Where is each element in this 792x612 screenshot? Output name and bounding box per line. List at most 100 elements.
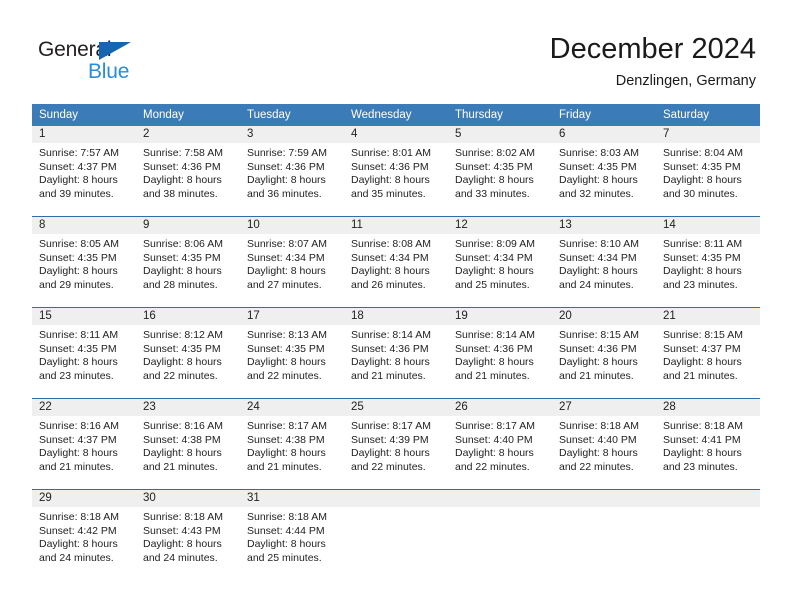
day-details — [344, 507, 448, 511]
daylight-text-line1: Daylight: 8 hours — [247, 538, 326, 551]
day-details: Sunrise: 8:18 AM Sunset: 4:44 PM Dayligh… — [240, 507, 344, 565]
daylight-text-line2: and 21 minutes. — [143, 460, 218, 473]
sunset-text: Sunset: 4:35 PM — [143, 342, 221, 355]
sunrise-text: Sunrise: 8:17 AM — [351, 420, 431, 432]
day-cell[interactable]: 21 Sunrise: 8:15 AM Sunset: 4:37 PM Dayl… — [656, 307, 760, 399]
day-cell[interactable]: 29 Sunrise: 8:18 AM Sunset: 4:42 PM Dayl… — [32, 489, 136, 580]
day-number: 2 — [136, 126, 240, 143]
sunset-text: Sunset: 4:34 PM — [559, 251, 637, 264]
day-cell[interactable]: 20 Sunrise: 8:15 AM Sunset: 4:36 PM Dayl… — [552, 307, 656, 399]
day-details: Sunrise: 8:13 AM Sunset: 4:35 PM Dayligh… — [240, 325, 344, 383]
sunset-text: Sunset: 4:40 PM — [455, 433, 533, 446]
day-details: Sunrise: 8:03 AM Sunset: 4:35 PM Dayligh… — [552, 143, 656, 201]
daylight-text-line2: and 29 minutes. — [39, 278, 114, 291]
daylight-text-line1: Daylight: 8 hours — [455, 265, 534, 278]
sunset-text: Sunset: 4:35 PM — [663, 160, 741, 173]
day-cell[interactable]: 15 Sunrise: 8:11 AM Sunset: 4:35 PM Dayl… — [32, 307, 136, 399]
day-details: Sunrise: 8:06 AM Sunset: 4:35 PM Dayligh… — [136, 234, 240, 292]
sunset-text: Sunset: 4:36 PM — [455, 342, 533, 355]
day-cell[interactable]: 28 Sunrise: 8:18 AM Sunset: 4:41 PM Dayl… — [656, 398, 760, 490]
daylight-text-line2: and 32 minutes. — [559, 187, 634, 200]
day-cell[interactable]: 16 Sunrise: 8:12 AM Sunset: 4:35 PM Dayl… — [136, 307, 240, 399]
day-cell[interactable]: 8 Sunrise: 8:05 AM Sunset: 4:35 PM Dayli… — [32, 216, 136, 308]
daylight-text-line2: and 36 minutes. — [247, 187, 322, 200]
day-number — [448, 490, 552, 507]
day-number: 1 — [32, 126, 136, 143]
sunrise-text: Sunrise: 8:01 AM — [351, 147, 431, 159]
sunrise-text: Sunrise: 8:08 AM — [351, 238, 431, 250]
daylight-text-line2: and 22 minutes. — [143, 369, 218, 382]
daylight-text-line1: Daylight: 8 hours — [39, 538, 118, 551]
day-number — [344, 490, 448, 507]
day-cell[interactable]: 5 Sunrise: 8:02 AM Sunset: 4:35 PM Dayli… — [448, 126, 552, 217]
daylight-text-line2: and 21 minutes. — [559, 369, 634, 382]
sunrise-text: Sunrise: 8:17 AM — [247, 420, 327, 432]
column-header-friday: Friday — [552, 104, 656, 126]
day-cell[interactable]: 25 Sunrise: 8:17 AM Sunset: 4:39 PM Dayl… — [344, 398, 448, 490]
generalblue-logo[interactable]: General Blue — [38, 38, 168, 86]
sunset-text: Sunset: 4:36 PM — [143, 160, 221, 173]
day-cell[interactable]: 19 Sunrise: 8:14 AM Sunset: 4:36 PM Dayl… — [448, 307, 552, 399]
daylight-text-line2: and 23 minutes. — [39, 369, 114, 382]
sunset-text: Sunset: 4:35 PM — [143, 251, 221, 264]
day-details: Sunrise: 8:17 AM Sunset: 4:40 PM Dayligh… — [448, 416, 552, 474]
day-details — [448, 507, 552, 511]
day-cell-empty — [552, 489, 656, 580]
day-cell[interactable]: 18 Sunrise: 8:14 AM Sunset: 4:36 PM Dayl… — [344, 307, 448, 399]
day-cell[interactable]: 10 Sunrise: 8:07 AM Sunset: 4:34 PM Dayl… — [240, 216, 344, 308]
daylight-text-line1: Daylight: 8 hours — [143, 265, 222, 278]
daylight-text-line2: and 24 minutes. — [143, 551, 218, 564]
day-cell[interactable]: 26 Sunrise: 8:17 AM Sunset: 4:40 PM Dayl… — [448, 398, 552, 490]
sunset-text: Sunset: 4:37 PM — [39, 160, 117, 173]
daylight-text-line1: Daylight: 8 hours — [143, 356, 222, 369]
day-cell[interactable]: 2 Sunrise: 7:58 AM Sunset: 4:36 PM Dayli… — [136, 126, 240, 217]
day-details: Sunrise: 8:18 AM Sunset: 4:40 PM Dayligh… — [552, 416, 656, 474]
day-cell[interactable]: 11 Sunrise: 8:08 AM Sunset: 4:34 PM Dayl… — [344, 216, 448, 308]
day-cell[interactable]: 4 Sunrise: 8:01 AM Sunset: 4:36 PM Dayli… — [344, 126, 448, 217]
sunset-text: Sunset: 4:36 PM — [351, 342, 429, 355]
calendar-week-row: 1 Sunrise: 7:57 AM Sunset: 4:37 PM Dayli… — [32, 126, 760, 217]
day-cell[interactable]: 30 Sunrise: 8:18 AM Sunset: 4:43 PM Dayl… — [136, 489, 240, 580]
daylight-text-line1: Daylight: 8 hours — [247, 356, 326, 369]
day-cell[interactable]: 27 Sunrise: 8:18 AM Sunset: 4:40 PM Dayl… — [552, 398, 656, 490]
day-cell[interactable]: 3 Sunrise: 7:59 AM Sunset: 4:36 PM Dayli… — [240, 126, 344, 217]
day-number: 3 — [240, 126, 344, 143]
calendar-header-row: Sunday Monday Tuesday Wednesday Thursday… — [32, 104, 760, 126]
calendar-week-row: 29 Sunrise: 8:18 AM Sunset: 4:42 PM Dayl… — [32, 489, 760, 580]
sunrise-text: Sunrise: 8:14 AM — [351, 329, 431, 341]
day-number: 30 — [136, 490, 240, 507]
day-cell[interactable]: 7 Sunrise: 8:04 AM Sunset: 4:35 PM Dayli… — [656, 126, 760, 217]
day-cell[interactable]: 12 Sunrise: 8:09 AM Sunset: 4:34 PM Dayl… — [448, 216, 552, 308]
day-cell[interactable]: 6 Sunrise: 8:03 AM Sunset: 4:35 PM Dayli… — [552, 126, 656, 217]
day-cell[interactable]: 24 Sunrise: 8:17 AM Sunset: 4:38 PM Dayl… — [240, 398, 344, 490]
day-cell[interactable]: 9 Sunrise: 8:06 AM Sunset: 4:35 PM Dayli… — [136, 216, 240, 308]
sunrise-text: Sunrise: 8:18 AM — [143, 511, 223, 523]
day-number: 29 — [32, 490, 136, 507]
sunset-text: Sunset: 4:35 PM — [455, 160, 533, 173]
sunrise-text: Sunrise: 8:15 AM — [663, 329, 743, 341]
sunset-text: Sunset: 4:36 PM — [351, 160, 429, 173]
sunrise-text: Sunrise: 8:05 AM — [39, 238, 119, 250]
sunset-text: Sunset: 4:37 PM — [663, 342, 741, 355]
column-header-wednesday: Wednesday — [344, 104, 448, 126]
day-number: 14 — [656, 217, 760, 234]
sunrise-text: Sunrise: 8:16 AM — [39, 420, 119, 432]
sunset-text: Sunset: 4:38 PM — [143, 433, 221, 446]
day-cell[interactable]: 31 Sunrise: 8:18 AM Sunset: 4:44 PM Dayl… — [240, 489, 344, 580]
day-cell[interactable]: 13 Sunrise: 8:10 AM Sunset: 4:34 PM Dayl… — [552, 216, 656, 308]
daylight-text-line1: Daylight: 8 hours — [247, 447, 326, 460]
day-number: 20 — [552, 308, 656, 325]
day-cell[interactable]: 22 Sunrise: 8:16 AM Sunset: 4:37 PM Dayl… — [32, 398, 136, 490]
sunset-text: Sunset: 4:35 PM — [39, 342, 117, 355]
day-cell[interactable]: 23 Sunrise: 8:16 AM Sunset: 4:38 PM Dayl… — [136, 398, 240, 490]
day-cell[interactable]: 14 Sunrise: 8:11 AM Sunset: 4:35 PM Dayl… — [656, 216, 760, 308]
logo-triangle-icon — [99, 42, 131, 60]
day-cell[interactable]: 17 Sunrise: 8:13 AM Sunset: 4:35 PM Dayl… — [240, 307, 344, 399]
day-cell[interactable]: 1 Sunrise: 7:57 AM Sunset: 4:37 PM Dayli… — [32, 126, 136, 217]
day-details: Sunrise: 8:18 AM Sunset: 4:42 PM Dayligh… — [32, 507, 136, 565]
day-number: 24 — [240, 399, 344, 416]
day-number: 18 — [344, 308, 448, 325]
sunset-text: Sunset: 4:35 PM — [247, 342, 325, 355]
day-number: 13 — [552, 217, 656, 234]
title-block: December 2024 Denzlingen, Germany — [550, 32, 756, 90]
